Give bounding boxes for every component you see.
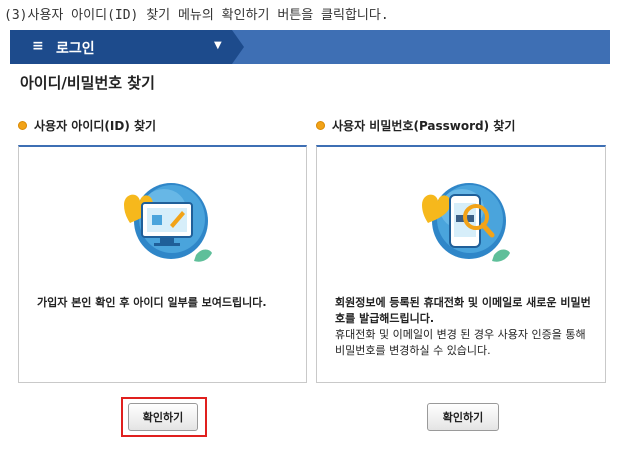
id-find-description-text: 가입자 본인 확인 후 아이디 일부를 보여드립니다.: [37, 296, 267, 309]
password-find-heading: 사용자 비밀번호(Password) 찾기: [316, 117, 515, 134]
monitor-illustration-icon: [124, 183, 212, 262]
nav-arrow-shape: [232, 30, 244, 64]
caret-down-icon[interactable]: ▼: [214, 40, 222, 51]
find-password-confirm-button[interactable]: 확인하기: [427, 403, 499, 431]
highlight-box: [121, 397, 207, 437]
password-find-description: 회원정보에 등록된 휴대전화 및 이메일로 새로운 비밀번호를 발급해드립니다.…: [335, 295, 595, 359]
password-find-description-normal: 휴대전화 및 이메일이 변경 된 경우 사용자 인증을 통해 비밀번호를 변경하…: [335, 328, 586, 357]
id-find-card: 가입자 본인 확인 후 아이디 일부를 보여드립니다.: [18, 145, 307, 383]
bullet-icon: [18, 121, 27, 130]
page-title: 아이디/비밀번호 찾기: [20, 74, 155, 92]
id-find-label: 사용자 아이디(ID) 찾기: [34, 119, 157, 133]
password-find-description-bold: 회원정보에 등록된 휴대전화 및 이메일로 새로운 비밀번호를 발급해드립니다.: [335, 296, 591, 325]
login-menu[interactable]: ≡ 로그인 ▼: [10, 30, 232, 64]
instruction-caption: (3)사용자 아이디(ID) 찾기 메뉴의 확인하기 버튼을 클릭합니다.: [4, 8, 389, 23]
id-find-description: 가입자 본인 확인 후 아이디 일부를 보여드립니다.: [37, 295, 297, 311]
id-find-heading: 사용자 아이디(ID) 찾기: [18, 117, 156, 134]
phone-search-illustration-icon: [422, 183, 510, 262]
bullet-icon: [316, 121, 325, 130]
nav-title: 로그인: [56, 41, 95, 57]
hamburger-icon[interactable]: ≡: [32, 38, 44, 54]
navigation-bar: ≡ 로그인 ▼: [10, 30, 610, 64]
password-find-card: 회원정보에 등록된 휴대전화 및 이메일로 새로운 비밀번호를 발급해드립니다.…: [316, 145, 606, 383]
password-find-label: 사용자 비밀번호(Password) 찾기: [332, 119, 516, 133]
